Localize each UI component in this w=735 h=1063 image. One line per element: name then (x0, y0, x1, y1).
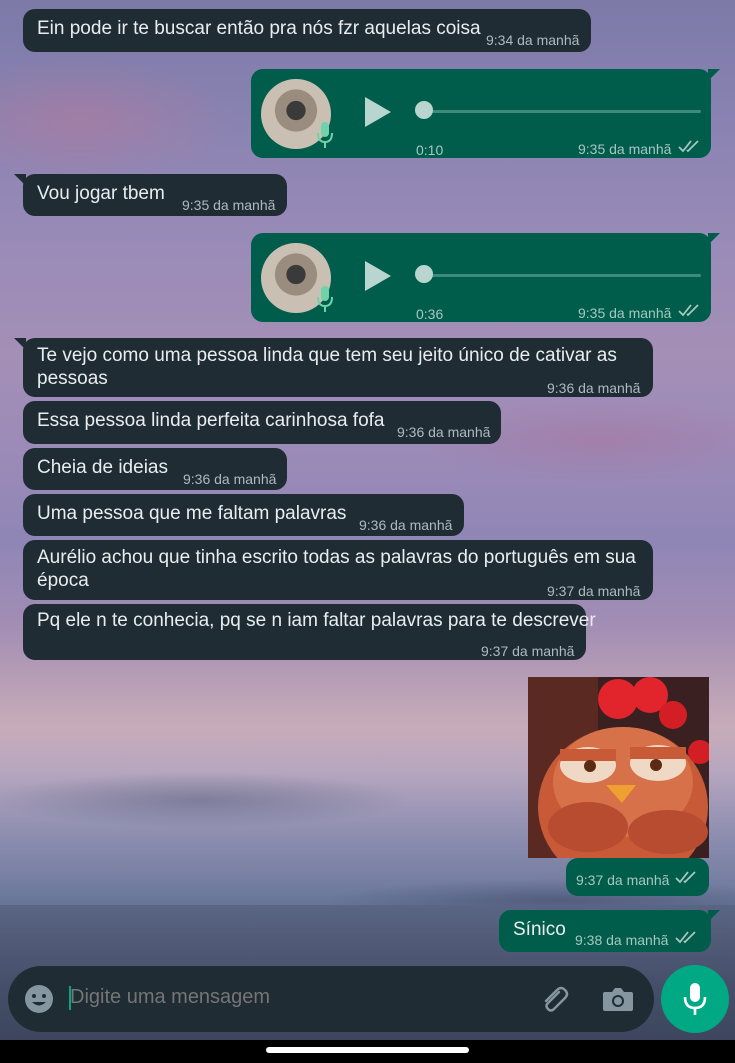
voice-message[interactable]: 0:10 9:35 da manhã (251, 69, 720, 158)
angry-chicken-image (528, 677, 709, 858)
message-text: Uma pessoa que me faltam palavras (37, 503, 347, 524)
message-time: 9:35 da manhã (182, 197, 276, 213)
message-time: 9:37 da manhã (547, 583, 641, 599)
message-time: 9:35 da manhã (578, 141, 672, 157)
message-time: 9:38 da manhã (575, 932, 669, 948)
message-text: Ein pode ir te buscar então pra nós fzr … (37, 18, 481, 39)
message-time: 9:34 da manhã (486, 32, 580, 48)
message-time: 9:36 da manhã (359, 517, 453, 533)
message-text: Vou jogar tbem (37, 183, 165, 204)
audio-duration: 0:10 (416, 142, 444, 158)
incoming-message[interactable]: Ein pode ir te buscar então pra nós fzr … (23, 9, 591, 52)
outgoing-message[interactable]: Sínico 9:38 da manhã (499, 910, 720, 952)
double-check-icon (675, 871, 696, 884)
incoming-message[interactable]: Te vejo como uma pessoa linda que tem se… (14, 338, 653, 397)
message-text: Cheia de ideias (37, 457, 168, 478)
paperclip-icon[interactable] (539, 984, 569, 1014)
microphone-icon (683, 983, 707, 1015)
message-time: 9:36 da manhã (183, 471, 277, 487)
message-time: 9:37 da manhã (576, 872, 670, 888)
play-icon[interactable] (363, 259, 393, 293)
message-composer (8, 966, 654, 1032)
emoji-icon[interactable] (24, 984, 54, 1014)
message-time: 9:35 da manhã (578, 305, 672, 321)
microphone-icon (317, 122, 333, 148)
incoming-message[interactable]: Aurélio achou que tinha escrito todas as… (23, 540, 653, 600)
incoming-message[interactable]: Cheia de ideias 9:36 da manhã (23, 448, 287, 490)
chat-background: Ein pode ir te buscar então pra nós fzr … (0, 0, 735, 1040)
audio-progress-track[interactable] (417, 110, 701, 113)
audio-duration: 0:36 (416, 306, 444, 322)
incoming-message[interactable]: Essa pessoa linda perfeita carinhosa fof… (23, 401, 501, 444)
message-time: 9:37 da manhã (481, 643, 575, 659)
audio-progress-track[interactable] (417, 274, 701, 277)
voice-message[interactable]: 0:36 9:35 da manhã (251, 233, 720, 322)
double-check-icon (678, 140, 699, 153)
image-caption-bubble[interactable]: 9:37 da manhã (566, 858, 709, 896)
message-text: Pq ele n te conhecia, pq se n iam faltar… (37, 610, 596, 631)
incoming-message[interactable]: Vou jogar tbem 9:35 da manhã (14, 174, 287, 216)
message-time: 9:36 da manhã (547, 380, 641, 396)
audio-progress-knob[interactable] (415, 265, 433, 283)
double-check-icon (675, 931, 696, 944)
camera-icon[interactable] (602, 985, 634, 1013)
home-indicator[interactable] (266, 1047, 469, 1053)
message-text: Essa pessoa linda perfeita carinhosa fof… (37, 410, 385, 431)
incoming-message[interactable]: Pq ele n te conhecia, pq se n iam faltar… (23, 604, 596, 660)
microphone-icon (317, 286, 333, 312)
incoming-message[interactable]: Uma pessoa que me faltam palavras 9:36 d… (23, 494, 464, 536)
double-check-icon (678, 304, 699, 317)
message-input[interactable] (70, 986, 510, 1009)
sticker-image[interactable] (528, 677, 709, 858)
voice-record-button[interactable] (661, 965, 729, 1033)
message-text: Sínico (513, 919, 566, 940)
audio-progress-knob[interactable] (415, 101, 433, 119)
play-icon[interactable] (363, 95, 393, 129)
message-time: 9:36 da manhã (397, 424, 491, 440)
